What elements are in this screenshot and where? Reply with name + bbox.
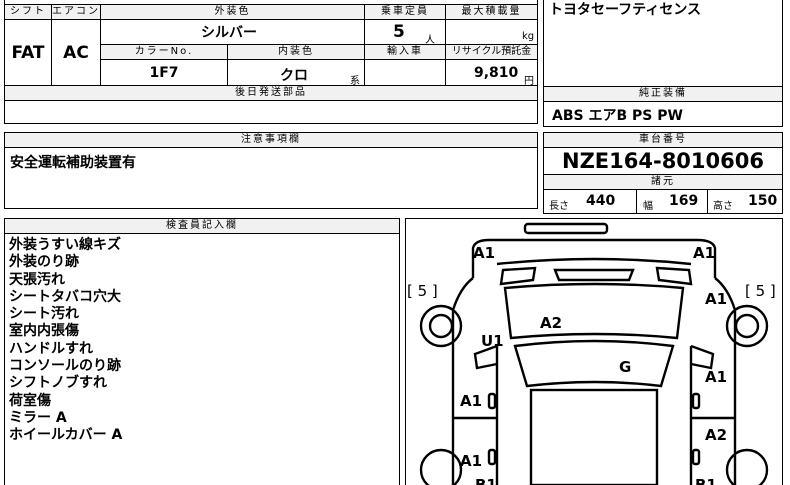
left-front-hub	[428, 313, 454, 339]
length-cell: 長さ 440	[543, 189, 637, 214]
mark-front-right: A1	[693, 244, 715, 262]
capacity-unit: 人	[425, 35, 435, 45]
width-value: 169	[669, 193, 699, 209]
max-load-label: 最大積載量	[445, 4, 538, 20]
left-front-wheel	[419, 304, 463, 348]
length-value: 440	[586, 193, 616, 209]
remark-item: 外装のり跡	[9, 254, 79, 271]
import-cell	[364, 59, 446, 86]
max-load-cell: kg	[445, 19, 538, 45]
color-no-label: カラーNo.	[100, 44, 228, 60]
import-label: 輸入車	[364, 44, 446, 60]
height-value: 150	[748, 193, 778, 209]
mark-left-front-door: A1	[460, 392, 482, 410]
mark-left-mirror: U1	[481, 332, 504, 350]
exterior-color-value: シルバー	[100, 19, 365, 45]
left-front-fender	[451, 277, 474, 338]
right-front-fender	[714, 277, 737, 338]
color-no-value: 1F7	[100, 59, 228, 86]
remark-item: 室内内張傷	[9, 323, 79, 340]
length-label: 長さ	[549, 201, 569, 212]
roof	[529, 388, 659, 485]
mark-left-mirror-bracket: [ 5 ]	[407, 282, 438, 300]
mark-left-rear-door: A1	[460, 452, 482, 470]
car-diagram: A1 A1 [ 5 ] [ 5 ] A1 A2 U1 G A1 A1 A2 A1…	[407, 222, 776, 485]
remark-item: シート汚れ	[9, 306, 79, 323]
mark-bottom-right: B1	[695, 476, 717, 485]
ac-value: AC	[51, 19, 101, 86]
windshield	[513, 339, 675, 388]
exterior-color-label: 外装色	[100, 4, 365, 20]
inspector-label: 検査員記入欄	[4, 218, 400, 234]
mark-right-rear-door: A2	[705, 426, 727, 444]
recycle-fee-unit: 円	[524, 76, 534, 86]
right-mirror	[690, 344, 715, 370]
left-headlight	[499, 266, 537, 286]
remark-item: 外装うすい線キズ	[9, 237, 121, 253]
right-front-hub	[734, 313, 760, 339]
interior-color-value: クロ	[280, 68, 308, 84]
shift-value: FAT	[4, 19, 52, 86]
interior-color-label: 内装色	[227, 44, 365, 60]
remark-item: 天張汚れ	[9, 271, 65, 288]
width-label: 幅	[643, 201, 653, 212]
left-front-handle	[487, 392, 497, 410]
remark-item: ハンドルすれ	[9, 340, 93, 357]
mark-windshield: G	[619, 358, 631, 376]
left-rear-handle	[487, 448, 497, 466]
mark-bottom-left: B1	[475, 476, 497, 485]
remark-item: シートタバコ穴大	[9, 288, 121, 305]
width-cell: 幅 169	[636, 189, 708, 214]
mark-right-front-door: A1	[705, 368, 727, 386]
remark-item: ミラー A	[9, 409, 67, 426]
grille	[553, 268, 635, 282]
left-rear-wheel	[419, 448, 463, 485]
later-parts-cell	[4, 100, 538, 124]
recycle-fee-value: 9,810	[474, 65, 519, 81]
mark-front-left: A1	[473, 244, 495, 262]
right-rear-wheel	[725, 448, 769, 485]
remark-item: ホイールカバー A	[9, 427, 123, 444]
remark-item: シフトノブすれ	[9, 375, 107, 392]
chassis-number-value: NZE164-8010606	[562, 149, 764, 173]
specs-label: 諸元	[543, 174, 783, 190]
remark-item: コンソールのり跡	[9, 358, 121, 375]
genuine-equipment-value: ABS エアB PS PW	[552, 108, 683, 124]
remark-item: 荷室傷	[9, 392, 51, 409]
mark-right-fender: A1	[705, 290, 727, 308]
genuine-equipment-label: 純正装備	[543, 86, 783, 102]
height-label: 高さ	[713, 201, 733, 212]
mark-hood: A2	[540, 314, 562, 332]
features-text: トヨタセーフティセンス	[549, 2, 702, 18]
front-bumper-top	[523, 222, 609, 235]
chassis-number-label: 車台番号	[543, 132, 783, 148]
capacity-value: 5	[393, 22, 405, 42]
mark-right-mirror-bracket: [ 5 ]	[745, 282, 776, 300]
inspector-remarks-list: 外装うすい線キズ 外装のり跡 天張汚れ シートタバコ穴大 シート汚れ 室内内張傷…	[9, 237, 122, 445]
capacity-label: 乗車定員	[364, 4, 446, 20]
right-front-wheel	[725, 304, 769, 348]
capacity-cell: 5 人	[364, 19, 446, 45]
interior-color-cell: クロ 系	[227, 59, 365, 86]
notes-text: 安全運転補助装置有	[10, 155, 136, 171]
interior-color-unit: 系	[350, 76, 360, 86]
recycle-fee-cell: 9,810 円	[445, 59, 538, 86]
shift-label: シフト	[4, 4, 52, 20]
recycle-fee-label: リサイクル預託金	[445, 44, 538, 60]
right-rear-handle	[691, 448, 701, 466]
notes-label: 注意事項欄	[4, 132, 538, 148]
height-cell: 高さ 150	[707, 189, 783, 214]
hood	[503, 282, 685, 340]
later-parts-label: 後日発送部品	[4, 85, 538, 101]
right-front-handle	[691, 392, 701, 410]
right-headlight	[655, 266, 693, 286]
ac-label: エアコン	[51, 4, 101, 20]
max-load-unit: kg	[522, 31, 535, 42]
hood-front-line	[496, 257, 692, 266]
